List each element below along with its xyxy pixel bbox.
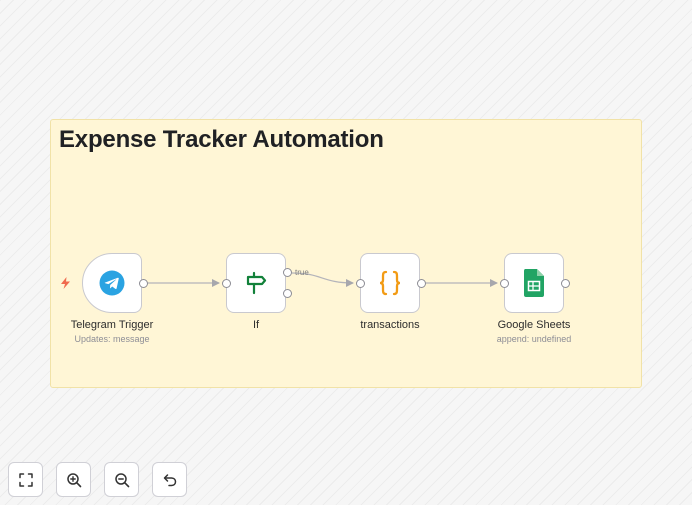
- zoom-out-icon: [114, 472, 129, 487]
- connection-label-true: true: [295, 268, 309, 277]
- node-subtitle-telegram-trigger: Updates: message: [74, 334, 150, 344]
- input-port-google-sheets[interactable]: [500, 279, 509, 288]
- zoom-in-icon: [66, 472, 81, 487]
- fit-view-button[interactable]: [8, 462, 43, 497]
- code-braces-icon: [379, 270, 401, 296]
- node-google-sheets[interactable]: [504, 253, 564, 313]
- node-transactions[interactable]: [360, 253, 420, 313]
- undo-icon: [163, 473, 176, 486]
- signpost-icon: [246, 271, 267, 295]
- node-label-if: If: [252, 319, 260, 331]
- output-port-transactions[interactable]: [417, 279, 426, 288]
- zoom-out-button[interactable]: [104, 462, 139, 497]
- undo-button[interactable]: [152, 462, 187, 497]
- input-port-if[interactable]: [222, 279, 231, 288]
- lightning-bolt-icon: [61, 277, 70, 289]
- node-label-transactions: transactions: [360, 319, 420, 331]
- node-subtitle-google-sheets: append: undefined: [496, 334, 572, 344]
- node-telegram-trigger[interactable]: [82, 253, 142, 313]
- connections-layer: [148, 272, 498, 287]
- zoom-in-button[interactable]: [56, 462, 91, 497]
- node-if[interactable]: [226, 253, 286, 313]
- node-label-google-sheets: Google Sheets: [497, 319, 571, 331]
- input-port-transactions[interactable]: [356, 279, 365, 288]
- node-label-telegram-trigger: Telegram Trigger: [70, 319, 154, 331]
- output-port-google-sheets[interactable]: [561, 279, 570, 288]
- google-sheets-icon: [524, 269, 544, 297]
- output-port-if-true[interactable]: [283, 268, 292, 277]
- telegram-icon: [99, 270, 125, 296]
- output-port-if-false[interactable]: [283, 289, 292, 298]
- fit-view-icon: [18, 472, 33, 487]
- output-port-telegram-trigger[interactable]: [139, 279, 148, 288]
